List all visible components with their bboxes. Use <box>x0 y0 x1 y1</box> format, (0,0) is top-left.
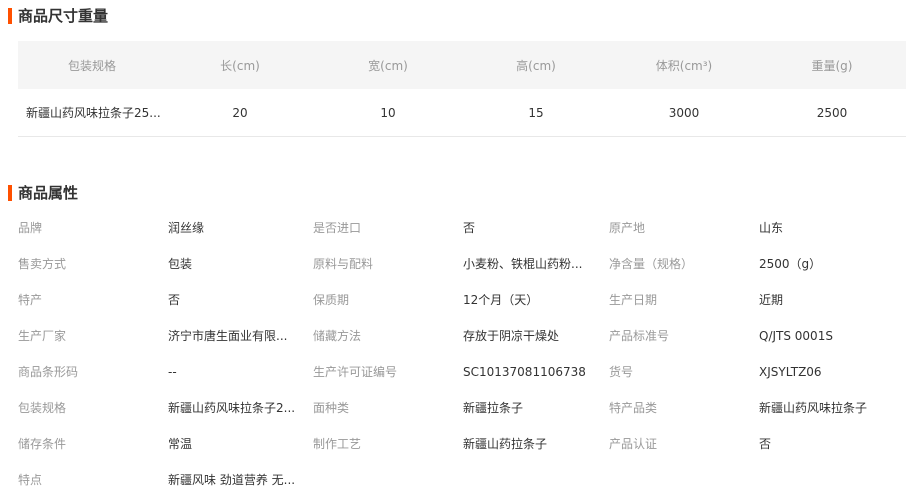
attribute-value: 2500（g） <box>759 257 822 271</box>
attribute-label: 生产日期 <box>609 293 658 307</box>
attribute-value: 否 <box>463 221 476 235</box>
table-cell: 10 <box>314 89 462 137</box>
attribute-label: 包装规格 <box>18 401 67 415</box>
table-cell: 15 <box>462 89 610 137</box>
attribute-label: 储藏方法 <box>313 329 362 343</box>
attribute-value: 山东 <box>759 221 784 235</box>
attribute-label: 产品标准号 <box>609 329 670 343</box>
attribute-value: 新疆山药风味拉条子2... <box>168 401 296 415</box>
attribute-label: 原产地 <box>609 221 646 235</box>
attribute-row: 商品条形码 -- 生产许可证编号 SC10137081106738 货号 XJSYLTZ0… <box>18 354 918 390</box>
attribute-label: 售卖方式 <box>18 257 67 271</box>
column-header: 长(cm) <box>166 41 314 89</box>
attribute-value: SC10137081106738 <box>463 365 586 379</box>
table-cell: 2500 <box>758 89 906 137</box>
attribute-label: 原料与配料 <box>313 257 374 271</box>
attribute-value: 否 <box>759 437 772 451</box>
attribute-label: 货号 <box>609 365 634 379</box>
attribute-label: 特产品类 <box>609 401 658 415</box>
attribute-value: -- <box>168 365 177 379</box>
attribute-row: 储存条件 常温 制作工艺 新疆山药拉条子 产品认证 否 <box>18 426 918 462</box>
section-accent-bar <box>8 8 12 24</box>
attribute-label: 品牌 <box>18 221 43 235</box>
attribute-value: 新疆风味 劲道营养 无... <box>168 473 296 487</box>
attribute-label: 保质期 <box>313 293 350 307</box>
attribute-label: 特产 <box>18 293 43 307</box>
size-weight-table: 包装规格 长(cm) 宽(cm) 高(cm) 体积(cm³) 重量(g) 新疆山药风味拉条… <box>18 41 906 137</box>
attribute-label: 商品条形码 <box>18 365 79 379</box>
column-header: 体积(cm³) <box>610 41 758 89</box>
column-header: 重量(g) <box>758 41 906 89</box>
table-header-row: 包装规格 长(cm) 宽(cm) 高(cm) 体积(cm³) 重量(g) <box>18 41 906 89</box>
attribute-grid: 品牌 润丝缘 是否进口否原产地 山东 售卖方式 包装 原料与配料 小麦粉、铁棍山药粉... 净含… <box>18 210 918 498</box>
column-header: 包装规格 <box>18 41 166 89</box>
attribute-value: 济宁市唐生面业有限... <box>168 329 288 343</box>
attribute-row: 包装规格 新疆山药风味拉条子2... 面种类 新疆拉条子 特产品类 新疆山药风味拉条子 <box>18 390 918 426</box>
attribute-value: 否 <box>168 293 181 307</box>
attribute-value: 12个月（天） <box>463 293 539 307</box>
attribute-row: 品牌 润丝缘 是否进口 否 原产地 山东 <box>18 210 918 246</box>
attribute-label: 储存条件 <box>18 437 67 451</box>
attribute-value: 小麦粉、铁棍山药粉... <box>463 257 583 271</box>
section-accent-bar <box>8 185 12 201</box>
table-cell: 20 <box>166 89 314 137</box>
attribute-value: 新疆拉条子 <box>463 401 524 415</box>
table-cell: 新疆山药风味拉条子25... <box>18 89 166 137</box>
attribute-row: 特产 否 保质期 12个月（天） 生产日期 近期 <box>18 282 918 318</box>
attribute-label: 特点 <box>18 473 43 487</box>
attribute-value: 新疆山药拉条子 <box>463 437 548 451</box>
attribute-value: 存放于阴凉干燥处 <box>463 329 560 343</box>
attribute-value: 包装 <box>168 257 193 271</box>
attribute-label: 生产许可证编号 <box>313 365 398 379</box>
attribute-value: 近期 <box>759 293 784 307</box>
attribute-label: 制作工艺 <box>313 437 362 451</box>
attribute-value: 润丝缘 <box>168 221 205 235</box>
column-header: 高(cm) <box>462 41 610 89</box>
attribute-label: 面种类 <box>313 401 350 415</box>
table-row: 新疆山药风味拉条子25... 20 10 15 3000 2500 <box>18 89 906 137</box>
attr-section-title: 商品属性 <box>8 184 78 202</box>
attribute-row: 售卖方式 包装 原料与配料 小麦粉、铁棍山药粉... 净含量（规格） 2500（g） <box>18 246 918 282</box>
attr-section-title-text: 商品属性 <box>18 184 79 202</box>
attribute-label: 净含量（规格） <box>609 257 694 271</box>
attribute-row: 生产厂家 济宁市唐生面业有限... 储藏方法 存放于阴凉干燥处 产品标准号 Q/JTS 0… <box>18 318 918 354</box>
attribute-row: 特点 新疆风味 劲道营养 无... <box>18 462 918 498</box>
attribute-value: 新疆山药风味拉条子 <box>759 401 868 415</box>
table-cell: 3000 <box>610 89 758 137</box>
attribute-label: 产品认证 <box>609 437 658 451</box>
size-section-title: 商品尺寸重量 <box>8 7 108 25</box>
attribute-value: Q/JTS 0001S <box>759 329 833 343</box>
size-section-title-text: 商品尺寸重量 <box>18 7 109 25</box>
column-header: 宽(cm) <box>314 41 462 89</box>
attribute-value: XJSYLTZ06 <box>759 365 822 379</box>
attribute-label: 是否进口 <box>313 221 362 235</box>
attribute-label: 生产厂家 <box>18 329 67 343</box>
attribute-value: 常温 <box>168 437 193 451</box>
